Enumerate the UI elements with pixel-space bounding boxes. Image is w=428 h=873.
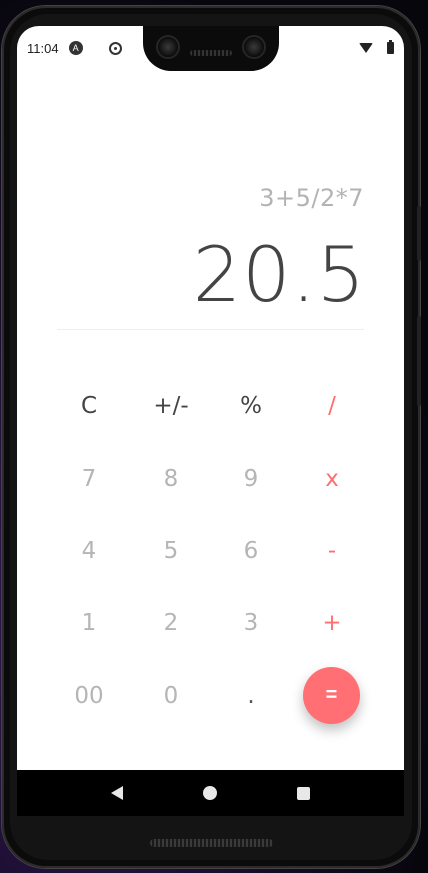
digit-3-button[interactable]: 3 — [221, 601, 281, 645]
power-button — [417, 206, 421, 261]
digit-5-button[interactable]: 5 — [141, 529, 201, 573]
double-zero-button[interactable]: 00 — [59, 674, 119, 718]
equals-button[interactable]: = — [303, 667, 360, 724]
status-time: 11:04 — [27, 40, 59, 56]
earpiece-speaker — [190, 50, 232, 56]
system-nav-bar — [17, 770, 404, 816]
expression-display: 3+5/2*7 — [259, 184, 364, 212]
digit-6-button[interactable]: 6 — [221, 529, 281, 573]
divide-button[interactable]: / — [302, 384, 362, 428]
digit-0-button[interactable]: 0 — [141, 674, 201, 718]
digit-4-button[interactable]: 4 — [59, 529, 119, 573]
camera-notch — [143, 26, 279, 71]
result-display: 20.5 — [192, 230, 366, 319]
wifi-icon — [359, 43, 373, 53]
digit-9-button[interactable]: 9 — [221, 457, 281, 501]
display-divider — [57, 329, 364, 330]
bottom-speaker — [150, 839, 273, 847]
sign-toggle-button[interactable]: +/- — [141, 384, 201, 428]
status-right — [359, 40, 394, 54]
front-camera-icon — [156, 35, 180, 59]
digit-8-button[interactable]: 8 — [141, 457, 201, 501]
percent-button[interactable]: % — [221, 384, 281, 428]
volume-button — [417, 316, 421, 406]
digit-7-button[interactable]: 7 — [59, 457, 119, 501]
plus-button[interactable]: + — [302, 601, 362, 645]
sync-icon — [108, 41, 122, 55]
battery-icon — [387, 40, 394, 54]
recents-icon[interactable] — [297, 786, 310, 800]
decimal-button[interactable]: . — [221, 674, 281, 718]
app-screen: 11:04 A 3+5/2*7 20.5 C +/- % / 7 8 9 x 4… — [17, 26, 404, 816]
home-icon[interactable] — [203, 786, 217, 800]
back-icon[interactable] — [111, 786, 123, 800]
digit-1-button[interactable]: 1 — [59, 601, 119, 645]
digit-2-button[interactable]: 2 — [141, 601, 201, 645]
clear-button[interactable]: C — [59, 384, 119, 428]
front-camera-icon — [242, 35, 266, 59]
minus-button[interactable]: - — [302, 529, 362, 573]
app-badge-icon: A — [68, 41, 83, 55]
multiply-button[interactable]: x — [302, 457, 362, 501]
